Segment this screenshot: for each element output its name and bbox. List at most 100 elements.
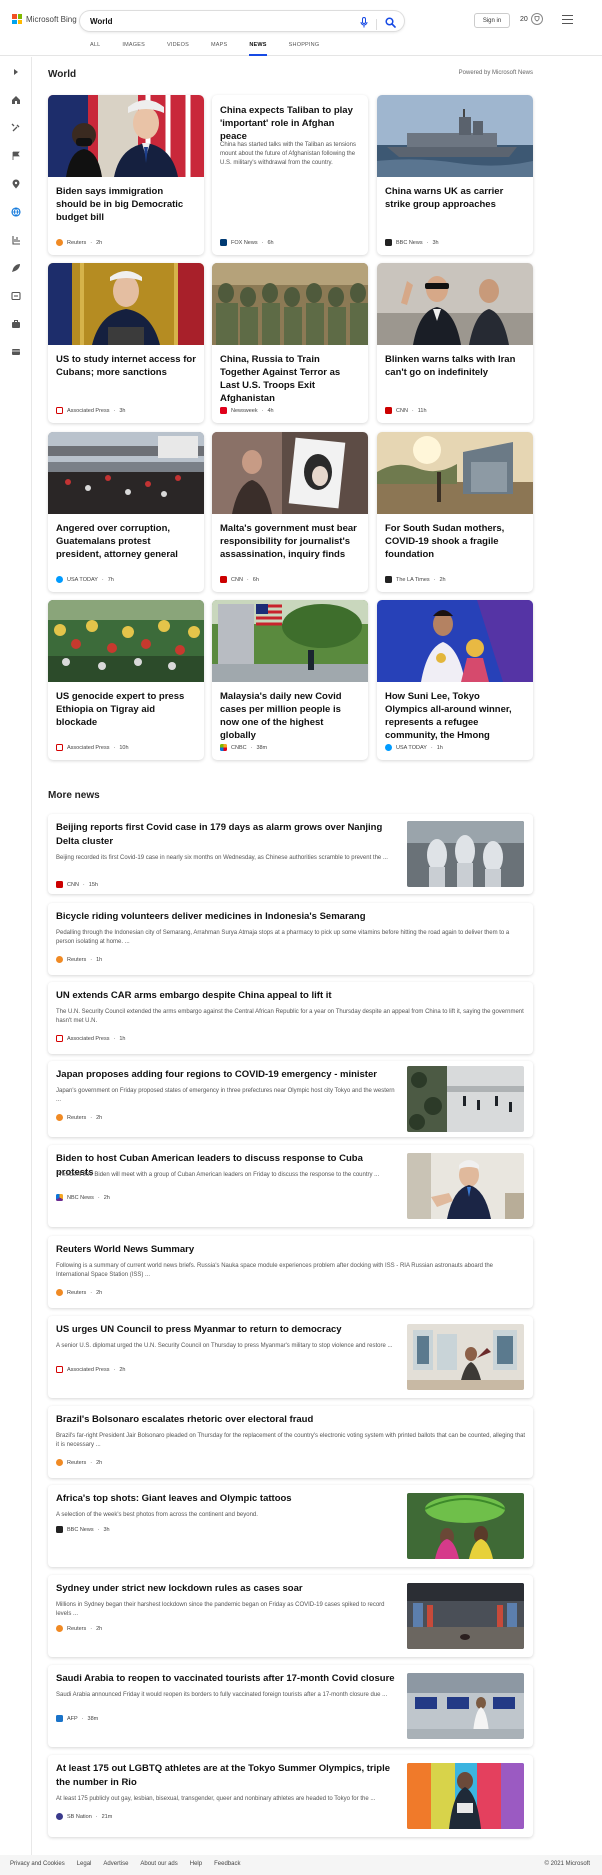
microsoft-logo-icon — [12, 14, 22, 24]
powered-by-label[interactable]: Powered by Microsoft News — [440, 70, 533, 76]
list-item[interactable]: US urges UN Council to press Myanmar to … — [48, 1316, 533, 1398]
item-source: Associated Press · 1h — [56, 1035, 125, 1042]
cnn-logo-icon — [385, 407, 392, 414]
item-source: Reuters · 2h — [56, 1289, 102, 1296]
item-source: BBC News · 3h — [56, 1526, 110, 1533]
list-item[interactable]: Beijing reports first Covid case in 179 … — [48, 814, 533, 894]
world-icon[interactable] — [10, 206, 22, 218]
search-divider — [376, 18, 377, 30]
source-name: Newsweek — [231, 407, 258, 414]
news-card[interactable]: Blinken warns talks with Iran can't go o… — [377, 263, 533, 423]
la-times-logo-icon — [385, 576, 392, 583]
news-card[interactable]: China warns UK as carrier strike group a… — [377, 95, 533, 255]
source-time: 6h — [267, 239, 274, 246]
item-source: Reuters · 2h — [56, 1625, 102, 1632]
card-title: China, Russia to Train Together Against … — [220, 354, 341, 404]
item-image — [407, 1673, 524, 1739]
item-description: The U.N. Security Council extended the a… — [56, 1009, 524, 1024]
category-sidebar — [0, 57, 32, 1875]
list-item[interactable]: Sydney under strict new lockdown rules a… — [48, 1575, 533, 1657]
search-tabs: ALL IMAGES VIDEOS MAPS NEWS SHOPPING — [90, 40, 341, 56]
item-image — [407, 1066, 524, 1132]
cnn-logo-icon — [56, 881, 63, 888]
list-item[interactable]: Africa's top shots: Giant leaves and Oly… — [48, 1485, 533, 1567]
news-card[interactable]: Angered over corruption, Guatemalans pro… — [48, 432, 204, 592]
item-image — [407, 1763, 524, 1829]
news-card[interactable]: How Suni Lee, Tokyo Olympics all-around … — [377, 600, 533, 760]
news-card[interactable]: Malaysia's daily new Covid cases per mil… — [212, 600, 368, 760]
item-source: NBC News · 2h — [56, 1194, 110, 1201]
footer-link-advertise[interactable]: Advertise — [103, 1861, 128, 1867]
sports-icon[interactable] — [10, 290, 22, 302]
card-title: Malta's government must bear responsibil… — [220, 523, 357, 560]
location-icon[interactable] — [10, 178, 22, 190]
entertainment-icon[interactable] — [10, 346, 22, 358]
brand-name: Microsoft Bing — [26, 14, 77, 24]
source-name: USA TODAY — [67, 576, 98, 583]
search-input[interactable] — [90, 14, 350, 28]
search-icon[interactable] — [385, 15, 396, 33]
list-item[interactable]: UN extends CAR arms embargo despite Chin… — [48, 982, 533, 1054]
reuters-logo-icon — [56, 1289, 63, 1296]
card-image — [48, 95, 204, 177]
card-title: US to study internet access for Cubans; … — [56, 354, 196, 378]
card-source: Associated Press · 10h — [56, 744, 129, 751]
search-box[interactable] — [80, 11, 404, 31]
list-item[interactable]: Biden to host Cuban American leaders to … — [48, 1145, 533, 1227]
list-item[interactable]: Brazil's Bolsonaro escalates rhetoric ov… — [48, 1406, 533, 1478]
rewards-count: 20 — [520, 15, 528, 23]
signin-button[interactable]: Sign in — [474, 13, 510, 28]
source-time: 10h — [119, 744, 129, 751]
list-item[interactable]: Reuters World News Summary Following is … — [48, 1236, 533, 1308]
flag-icon[interactable] — [10, 150, 22, 162]
news-card[interactable]: China expects Taliban to play 'important… — [212, 95, 368, 255]
tab-videos[interactable]: VIDEOS — [167, 40, 189, 56]
rocket-icon[interactable] — [10, 262, 22, 274]
microphone-icon[interactable] — [360, 15, 368, 33]
rewards-button[interactable]: 20 — [520, 13, 543, 25]
news-card[interactable]: Biden says immigration should be in big … — [48, 95, 204, 255]
home-icon[interactable] — [10, 94, 22, 106]
item-description: A senior U.S. diplomat urged the U.N. Se… — [56, 1343, 393, 1349]
news-card[interactable]: For South Sudan mothers, COVID-19 shook … — [377, 432, 533, 592]
item-title: Saudi Arabia to reopen to vaccinated tou… — [56, 1673, 395, 1684]
tab-maps[interactable]: MAPS — [211, 40, 227, 56]
card-title: How Suni Lee, Tokyo Olympics all-around … — [385, 691, 512, 741]
footer-link-legal[interactable]: Legal — [77, 1861, 92, 1867]
card-source: USA TODAY · 1h — [385, 744, 443, 751]
news-card[interactable]: US to study internet access for Cubans; … — [48, 263, 204, 423]
footer-link-about-ads[interactable]: About our ads — [140, 1861, 177, 1867]
item-image — [407, 1493, 524, 1559]
footer-link-privacy[interactable]: Privacy and Cookies — [10, 1861, 65, 1867]
news-card[interactable]: China, Russia to Train Together Against … — [212, 263, 368, 423]
list-item[interactable]: At least 175 out LGBTQ athletes are at t… — [48, 1755, 533, 1837]
item-image — [407, 1324, 524, 1390]
usa-today-logo-icon — [385, 744, 392, 751]
science-icon[interactable] — [10, 234, 22, 246]
bing-logo[interactable]: Microsoft Bing — [12, 14, 77, 24]
news-card[interactable]: Malta's government must bear responsibil… — [212, 432, 368, 592]
list-item[interactable]: Bicycle riding volunteers deliver medici… — [48, 903, 533, 975]
tab-news[interactable]: NEWS — [249, 40, 267, 56]
reuters-logo-icon — [56, 1114, 63, 1121]
news-card[interactable]: US genocide expert to press Ethiopia on … — [48, 600, 204, 760]
hamburger-menu-icon[interactable] — [562, 15, 573, 24]
footer-link-feedback[interactable]: Feedback — [214, 1861, 240, 1867]
tab-all[interactable]: ALL — [90, 40, 100, 56]
expand-icon[interactable] — [10, 66, 22, 78]
item-description: Millions in Sydney began their harshest … — [56, 1602, 385, 1617]
section-title: World — [48, 69, 77, 80]
footer-link-help[interactable]: Help — [190, 1861, 202, 1867]
source-time: 1h — [436, 744, 443, 751]
list-item[interactable]: Saudi Arabia to reopen to vaccinated tou… — [48, 1665, 533, 1747]
list-item[interactable]: Japan proposes adding four regions to CO… — [48, 1061, 533, 1137]
tab-images[interactable]: IMAGES — [122, 40, 145, 56]
item-title: Beijing reports first Covid case in 179 … — [56, 822, 383, 847]
tools-icon[interactable] — [10, 122, 22, 134]
item-title: Reuters World News Summary — [56, 1244, 195, 1255]
ap-logo-icon — [56, 744, 63, 751]
business-icon[interactable] — [10, 318, 22, 330]
tab-shopping[interactable]: SHOPPING — [289, 40, 320, 56]
footer-links: Privacy and Cookies Legal Advertise Abou… — [10, 1861, 240, 1867]
item-source: Reuters · 2h — [56, 1459, 102, 1466]
